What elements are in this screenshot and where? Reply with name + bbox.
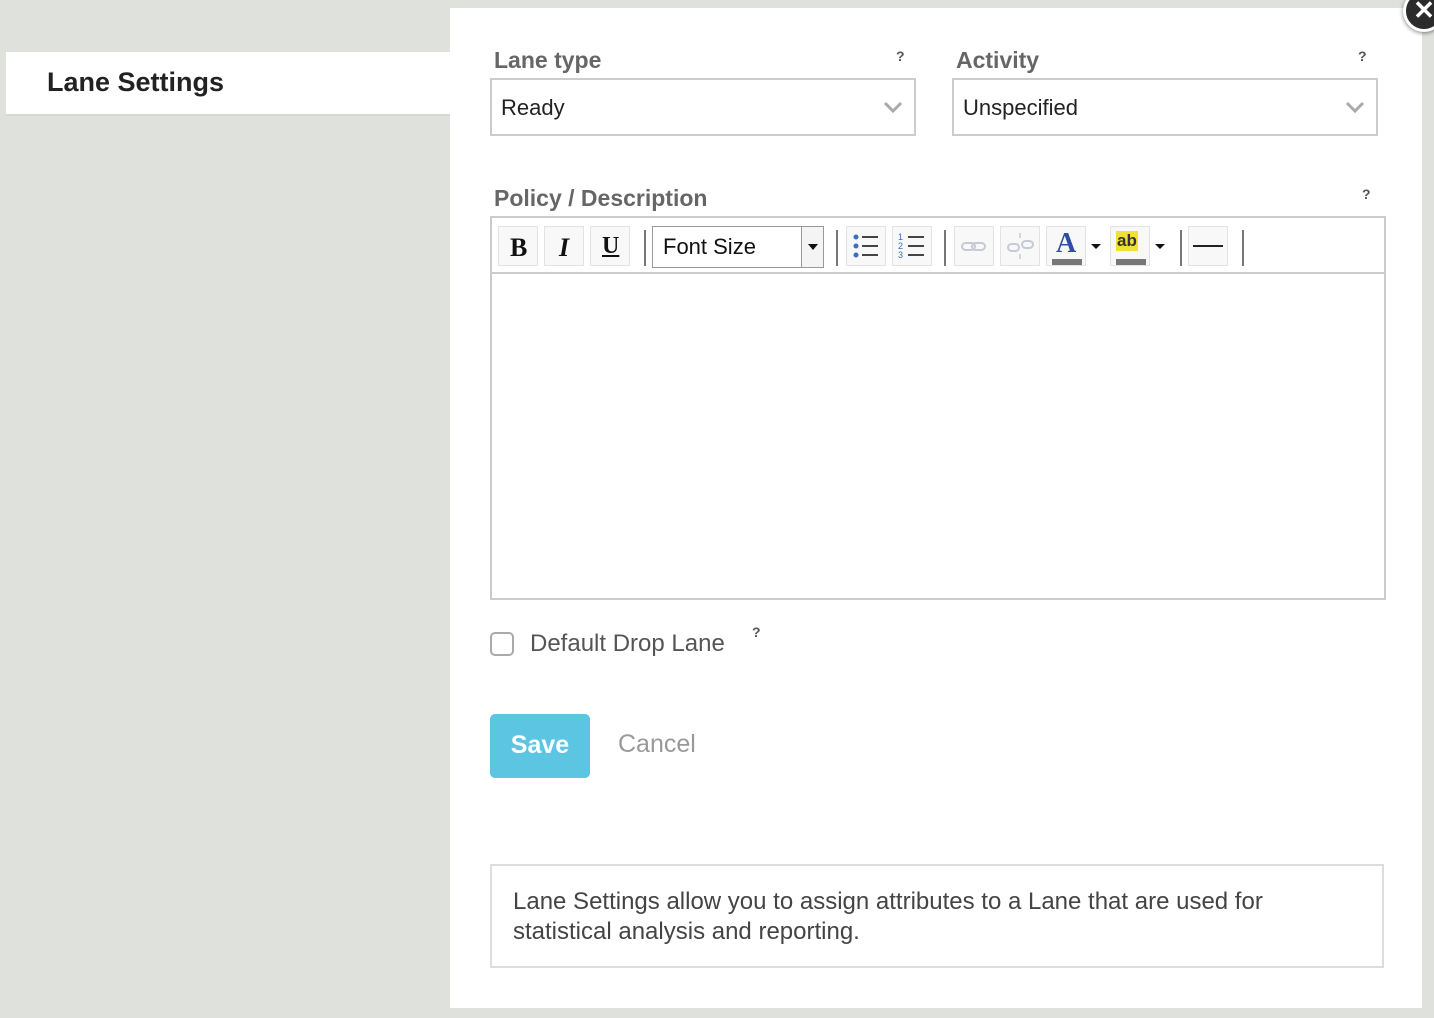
activity-help-icon[interactable]: ? bbox=[1358, 48, 1367, 64]
link-icon bbox=[961, 242, 986, 251]
info-box: Lane Settings allow you to assign attrib… bbox=[490, 864, 1384, 968]
save-button[interactable]: Save bbox=[490, 714, 590, 778]
font-color-swatch bbox=[1052, 259, 1082, 265]
activity-label: Activity bbox=[956, 47, 1040, 73]
lane-type-value: Ready bbox=[501, 95, 565, 120]
unlink-icon bbox=[1007, 233, 1034, 259]
caret-down-icon bbox=[808, 244, 818, 250]
font-color-icon: A bbox=[1056, 228, 1077, 259]
highlight-color-button[interactable]: ab bbox=[1110, 226, 1150, 266]
sidebar-tab-lane-settings[interactable]: Lane Settings bbox=[6, 52, 450, 116]
close-icon: ✕ bbox=[1413, 0, 1434, 25]
italic-button[interactable]: I bbox=[544, 226, 584, 266]
italic-icon: I bbox=[559, 233, 570, 262]
insert-link-button[interactable] bbox=[954, 226, 994, 266]
font-size-dropdown-arrow[interactable] bbox=[801, 227, 823, 267]
underline-icon: U bbox=[602, 233, 620, 259]
toolbar-separator bbox=[1180, 230, 1182, 266]
default-drop-lane-checkbox[interactable] bbox=[490, 632, 514, 656]
unlink-button[interactable] bbox=[1000, 226, 1040, 266]
default-drop-lane-label: Default Drop Lane bbox=[530, 630, 725, 657]
bold-button[interactable]: B bbox=[498, 226, 538, 266]
font-size-select[interactable]: Font Size bbox=[652, 226, 824, 268]
svg-text:3: 3 bbox=[898, 250, 903, 260]
sidebar-tab-label: Lane Settings bbox=[47, 67, 225, 97]
font-color-button[interactable]: A bbox=[1046, 226, 1086, 266]
activity-value: Unspecified bbox=[963, 95, 1078, 120]
lane-type-select[interactable]: Ready bbox=[490, 78, 916, 136]
lane-type-label: Lane type bbox=[494, 47, 602, 73]
activity-select[interactable]: Unspecified bbox=[952, 78, 1378, 136]
highlight-swatch bbox=[1116, 259, 1146, 265]
lane-type-help-icon[interactable]: ? bbox=[896, 48, 905, 64]
font-color-dropdown-icon[interactable] bbox=[1090, 240, 1102, 252]
bulleted-list-icon bbox=[853, 234, 878, 258]
horizontal-rule-icon bbox=[1193, 245, 1223, 247]
bold-icon: B bbox=[510, 233, 528, 262]
underline-button[interactable]: U bbox=[590, 226, 630, 266]
chevron-down-icon bbox=[1345, 101, 1365, 114]
highlight-icon: ab bbox=[1116, 231, 1138, 251]
toolbar-separator bbox=[644, 230, 646, 266]
cancel-button[interactable]: Cancel bbox=[618, 730, 696, 759]
toolbar-separator bbox=[944, 230, 946, 266]
policy-help-icon[interactable]: ? bbox=[1362, 186, 1371, 202]
highlight-dropdown-icon[interactable] bbox=[1154, 240, 1166, 252]
numbered-list-button[interactable]: 1 2 3 bbox=[892, 226, 932, 266]
horizontal-rule-button[interactable] bbox=[1188, 226, 1228, 266]
rich-text-editor: B I U Font Size 1 2 3 A ab bbox=[490, 216, 1386, 600]
policy-label: Policy / Description bbox=[494, 185, 708, 211]
default-drop-lane-help-icon[interactable]: ? bbox=[752, 624, 761, 640]
editor-content-area[interactable] bbox=[492, 274, 1384, 598]
numbered-list-icon: 1 2 3 bbox=[898, 232, 924, 260]
bulleted-list-button[interactable] bbox=[846, 226, 886, 266]
toolbar-separator bbox=[1242, 230, 1244, 266]
editor-toolbar: B I U Font Size 1 2 3 A ab bbox=[492, 218, 1384, 274]
info-text: Lane Settings allow you to assign attrib… bbox=[513, 888, 1263, 945]
font-size-label: Font Size bbox=[663, 234, 756, 259]
chevron-down-icon bbox=[883, 101, 903, 114]
toolbar-separator bbox=[836, 230, 838, 266]
